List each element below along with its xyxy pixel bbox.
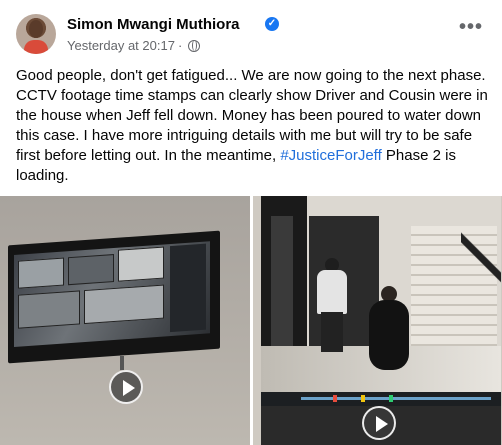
avatar-face (29, 20, 43, 38)
avatar-shirt (24, 40, 48, 54)
play-icon[interactable] (109, 370, 143, 404)
globe-icon[interactable] (188, 40, 200, 52)
person-figure (367, 286, 411, 376)
post-header: Simon Mwangi Muthiora ✓ Yesterday at 20:… (12, 14, 492, 58)
author-name[interactable]: Simon Mwangi Muthiora (67, 16, 240, 33)
post-body-text: Good people, don't get fatigued... We ar… (16, 66, 488, 186)
meta-separator: · (178, 38, 183, 53)
cctv-tile (68, 254, 114, 286)
post-timestamp[interactable]: Yesterday at 20:17 (67, 38, 175, 53)
wall-stripe (271, 216, 293, 356)
cctv-timeline-bar (261, 392, 501, 406)
video-thumbnail-right[interactable] (253, 196, 502, 445)
cctv-tile (118, 246, 164, 282)
cctv-tile (18, 290, 80, 329)
monitor-image (8, 230, 220, 364)
person-legs (321, 312, 343, 352)
cctv-tile (84, 284, 164, 325)
timeline-track (301, 397, 491, 400)
monitor-cable (120, 356, 124, 370)
more-options-icon[interactable]: ••• (456, 17, 486, 40)
monitor-screen (14, 241, 210, 347)
timeline-marker (333, 395, 337, 402)
monitor-sidebar (170, 243, 206, 333)
hashtag-link[interactable]: #JusticeForJeff (280, 147, 381, 164)
stair-rail (461, 206, 501, 306)
verified-badge-icon: ✓ (265, 17, 279, 31)
video-thumbnail-left[interactable] (0, 196, 250, 445)
person-body (369, 300, 409, 370)
facebook-post: Simon Mwangi Muthiora ✓ Yesterday at 20:… (0, 0, 502, 445)
avatar[interactable] (16, 14, 56, 54)
cctv-tile (18, 257, 64, 289)
timeline-marker (361, 395, 365, 402)
person-figure (315, 258, 349, 354)
person-body (317, 270, 347, 314)
play-icon[interactable] (362, 406, 396, 440)
timeline-marker (389, 395, 393, 402)
